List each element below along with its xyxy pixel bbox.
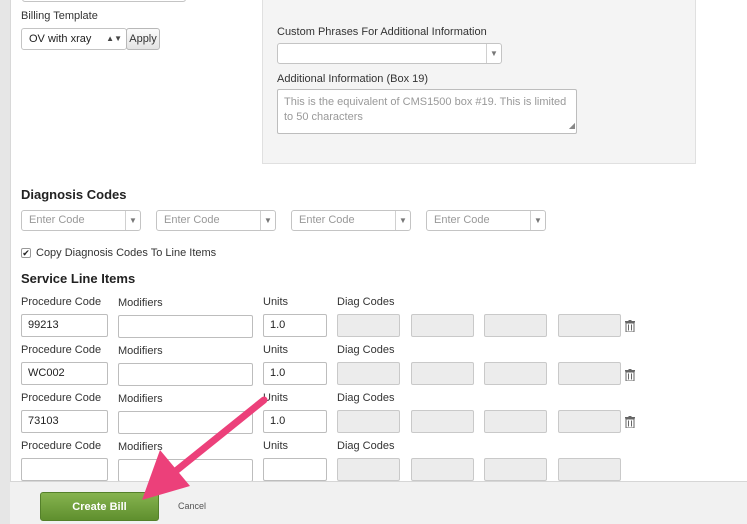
diag-code-field[interactable]	[411, 362, 474, 385]
procedure-code-label: Procedure Code	[21, 392, 102, 404]
diag-code-field[interactable]	[558, 362, 621, 385]
diag-code-select-4[interactable]: Enter Code ▼	[426, 210, 546, 231]
trash-icon[interactable]	[625, 369, 635, 381]
diag-code-field[interactable]	[558, 458, 621, 481]
diag-code-field[interactable]	[484, 362, 547, 385]
diag-code-select-1[interactable]: Enter Code ▼	[21, 210, 141, 231]
diag-code-placeholder: Enter Code	[299, 214, 355, 226]
copy-diagnosis-label: Copy Diagnosis Codes To Line Items	[36, 247, 217, 259]
apply-button[interactable]: Apply	[126, 28, 160, 50]
diag-code-field[interactable]	[411, 410, 474, 433]
chevron-down-icon: ▼	[395, 211, 410, 230]
modifiers-input[interactable]	[118, 363, 253, 386]
additional-info-placeholder: This is the equivalent of CMS1500 box #1…	[284, 96, 567, 123]
units-label: Units	[263, 344, 289, 356]
service-lines-heading: Service Line Items	[21, 271, 136, 286]
procedure-code-input[interactable]	[21, 458, 108, 481]
procedure-code-input[interactable]: WC002	[21, 362, 108, 385]
diag-codes-label: Diag Codes	[337, 440, 395, 452]
modifiers-input[interactable]	[118, 315, 253, 338]
units-input[interactable]: 1.0	[263, 362, 327, 385]
bill-form: Billing Template OV with xray ▲▼ Apply C…	[10, 0, 747, 523]
top-left-select[interactable]	[22, 0, 186, 2]
chevron-down-icon: ▼	[260, 211, 275, 230]
diag-code-field[interactable]	[484, 458, 547, 481]
chevron-down-icon: ▼	[486, 44, 501, 63]
copy-diagnosis-checkbox[interactable]: ✔	[21, 248, 31, 258]
procedure-code-label: Procedure Code	[21, 344, 102, 356]
billing-template-value: OV with xray	[29, 33, 92, 45]
diag-code-placeholder: Enter Code	[434, 214, 490, 226]
units-label: Units	[263, 296, 289, 308]
diag-codes-label: Diag Codes	[337, 392, 395, 404]
diag-code-field[interactable]	[484, 314, 547, 337]
diag-code-select-3[interactable]: Enter Code ▼	[291, 210, 411, 231]
trash-icon[interactable]	[625, 416, 635, 428]
create-bill-button[interactable]: Create Bill	[40, 492, 159, 521]
chevron-down-icon: ▼	[125, 211, 140, 230]
additional-info-label: Additional Information (Box 19)	[277, 73, 429, 85]
diag-code-placeholder: Enter Code	[29, 214, 85, 226]
units-label: Units	[263, 440, 289, 452]
units-label: Units	[263, 392, 289, 404]
additional-info-textarea[interactable]: This is the equivalent of CMS1500 box #1…	[277, 89, 577, 134]
diag-code-field[interactable]	[411, 458, 474, 481]
diag-code-field[interactable]	[337, 314, 400, 337]
modifiers-label: Modifiers	[118, 441, 163, 453]
diag-code-field[interactable]	[337, 362, 400, 385]
modifiers-input[interactable]	[118, 411, 253, 434]
trash-icon[interactable]	[625, 320, 635, 332]
procedure-code-label: Procedure Code	[21, 440, 102, 452]
diag-code-field[interactable]	[484, 410, 547, 433]
diag-code-placeholder: Enter Code	[164, 214, 220, 226]
resize-handle-icon[interactable]: ◢	[569, 118, 575, 133]
cancel-link[interactable]: Cancel	[178, 501, 206, 511]
diag-code-field[interactable]	[337, 410, 400, 433]
diag-code-select-2[interactable]: Enter Code ▼	[156, 210, 276, 231]
billing-template-label: Billing Template	[21, 10, 98, 22]
modifiers-input[interactable]	[118, 459, 253, 482]
custom-phrases-label: Custom Phrases For Additional Informatio…	[277, 26, 487, 38]
footer-action-bar: Create Bill Cancel	[10, 481, 747, 524]
procedure-code-label: Procedure Code	[21, 296, 102, 308]
modifiers-label: Modifiers	[118, 297, 163, 309]
updown-arrows-icon: ▲▼	[106, 34, 122, 43]
diag-code-field[interactable]	[558, 314, 621, 337]
diag-codes-label: Diag Codes	[337, 296, 395, 308]
diag-code-field[interactable]	[411, 314, 474, 337]
modifiers-label: Modifiers	[118, 345, 163, 357]
modifiers-label: Modifiers	[118, 393, 163, 405]
custom-phrases-select[interactable]: ▼	[277, 43, 502, 64]
diag-code-field[interactable]	[558, 410, 621, 433]
billing-template-select[interactable]: OV with xray ▲▼	[21, 28, 127, 50]
units-input[interactable]: 1.0	[263, 410, 327, 433]
diag-code-field[interactable]	[337, 458, 400, 481]
units-input[interactable]	[263, 458, 327, 481]
chevron-down-icon: ▼	[530, 211, 545, 230]
diag-codes-label: Diag Codes	[337, 344, 395, 356]
procedure-code-input[interactable]: 99213	[21, 314, 108, 337]
procedure-code-input[interactable]: 73103	[21, 410, 108, 433]
units-input[interactable]: 1.0	[263, 314, 327, 337]
diagnosis-heading: Diagnosis Codes	[21, 187, 127, 202]
